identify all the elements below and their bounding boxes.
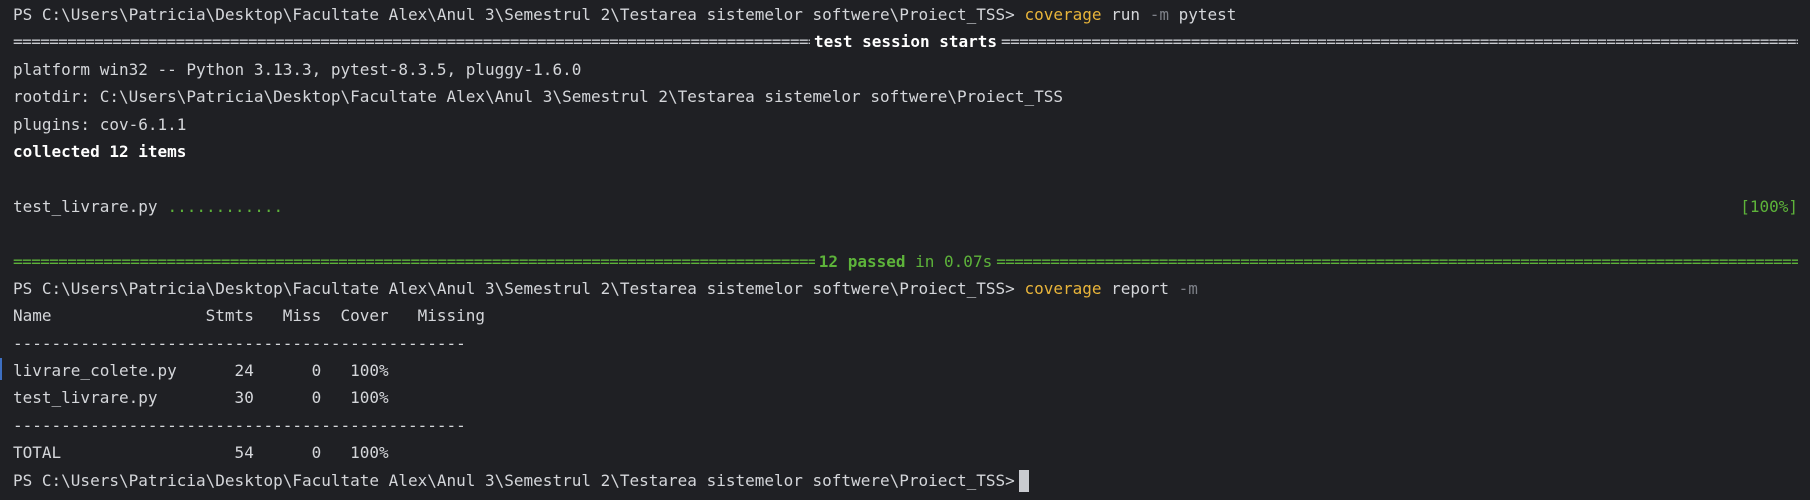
terminal-window[interactable]: PS C:\Users\Patricia\Desktop\Facultate A… (0, 0, 1810, 500)
rule-right: ========================================… (1001, 32, 1798, 52)
duration: in 0.07s (915, 251, 993, 271)
command-flag: -m (1149, 5, 1169, 24)
command-target: pytest (1178, 5, 1237, 24)
rule-right: ========================================… (996, 251, 1798, 271)
collected-line: collected 12 items (13, 141, 187, 161)
shell-prompt: PS C:\Users\Patricia\Desktop\Facultate A… (13, 470, 1015, 490)
shell-prompt: PS C:\Users\Patricia\Desktop\Facultate A… (13, 278, 1015, 298)
gutter-marker (0, 358, 2, 380)
shell-prompt: PS C:\Users\Patricia\Desktop\Facultate A… (13, 5, 1015, 24)
report-row: livrare_colete.py 24 0 100% (13, 361, 389, 381)
report-separator: ----------------------------------------… (13, 333, 466, 353)
plugins-line: plugins: cov-6.1.1 (13, 114, 187, 134)
report-separator: ----------------------------------------… (13, 415, 466, 435)
report-total: TOTAL 54 0 100% (13, 443, 389, 463)
command-tool: coverage (1024, 278, 1102, 298)
command-flag: -m (1178, 278, 1198, 298)
test-progress-line: test_livrare.py ............ [100%] (13, 193, 1798, 220)
session-header-line: ========================================… (13, 28, 1798, 55)
session-header: test session starts (813, 32, 998, 52)
rule-left: ========================================… (13, 32, 810, 52)
command-args: run (1111, 5, 1141, 24)
platform-line: platform win32 -- Python 3.13.3, pytest-… (13, 59, 582, 79)
progress-percent: [100%] (1740, 196, 1798, 216)
text-cursor[interactable] (1018, 470, 1029, 493)
test-file-name: test_livrare.py (13, 196, 158, 216)
rule-left: ========================================… (13, 251, 815, 271)
rootdir-line: rootdir: C:\Users\Patricia\Desktop\Facul… (13, 87, 1063, 107)
command-line-3[interactable]: PS C:\Users\Patricia\Desktop\Facultate A… (13, 467, 1798, 494)
summary-line: ========================================… (13, 248, 1798, 275)
command-tool: coverage (1024, 5, 1102, 24)
command-line-1: PS C:\Users\Patricia\Desktop\Facultate A… (13, 1, 1798, 28)
test-dots: ............ (167, 196, 284, 216)
command-line-2: PS C:\Users\Patricia\Desktop\Facultate A… (13, 275, 1798, 302)
summary-text: 12 passed in 0.07s (815, 248, 996, 275)
report-row: test_livrare.py 30 0 100% (13, 388, 389, 408)
command-args: report (1111, 278, 1169, 298)
passed-count: 12 passed (818, 251, 906, 271)
report-header: Name Stmts Miss Cover Missing (13, 306, 486, 326)
